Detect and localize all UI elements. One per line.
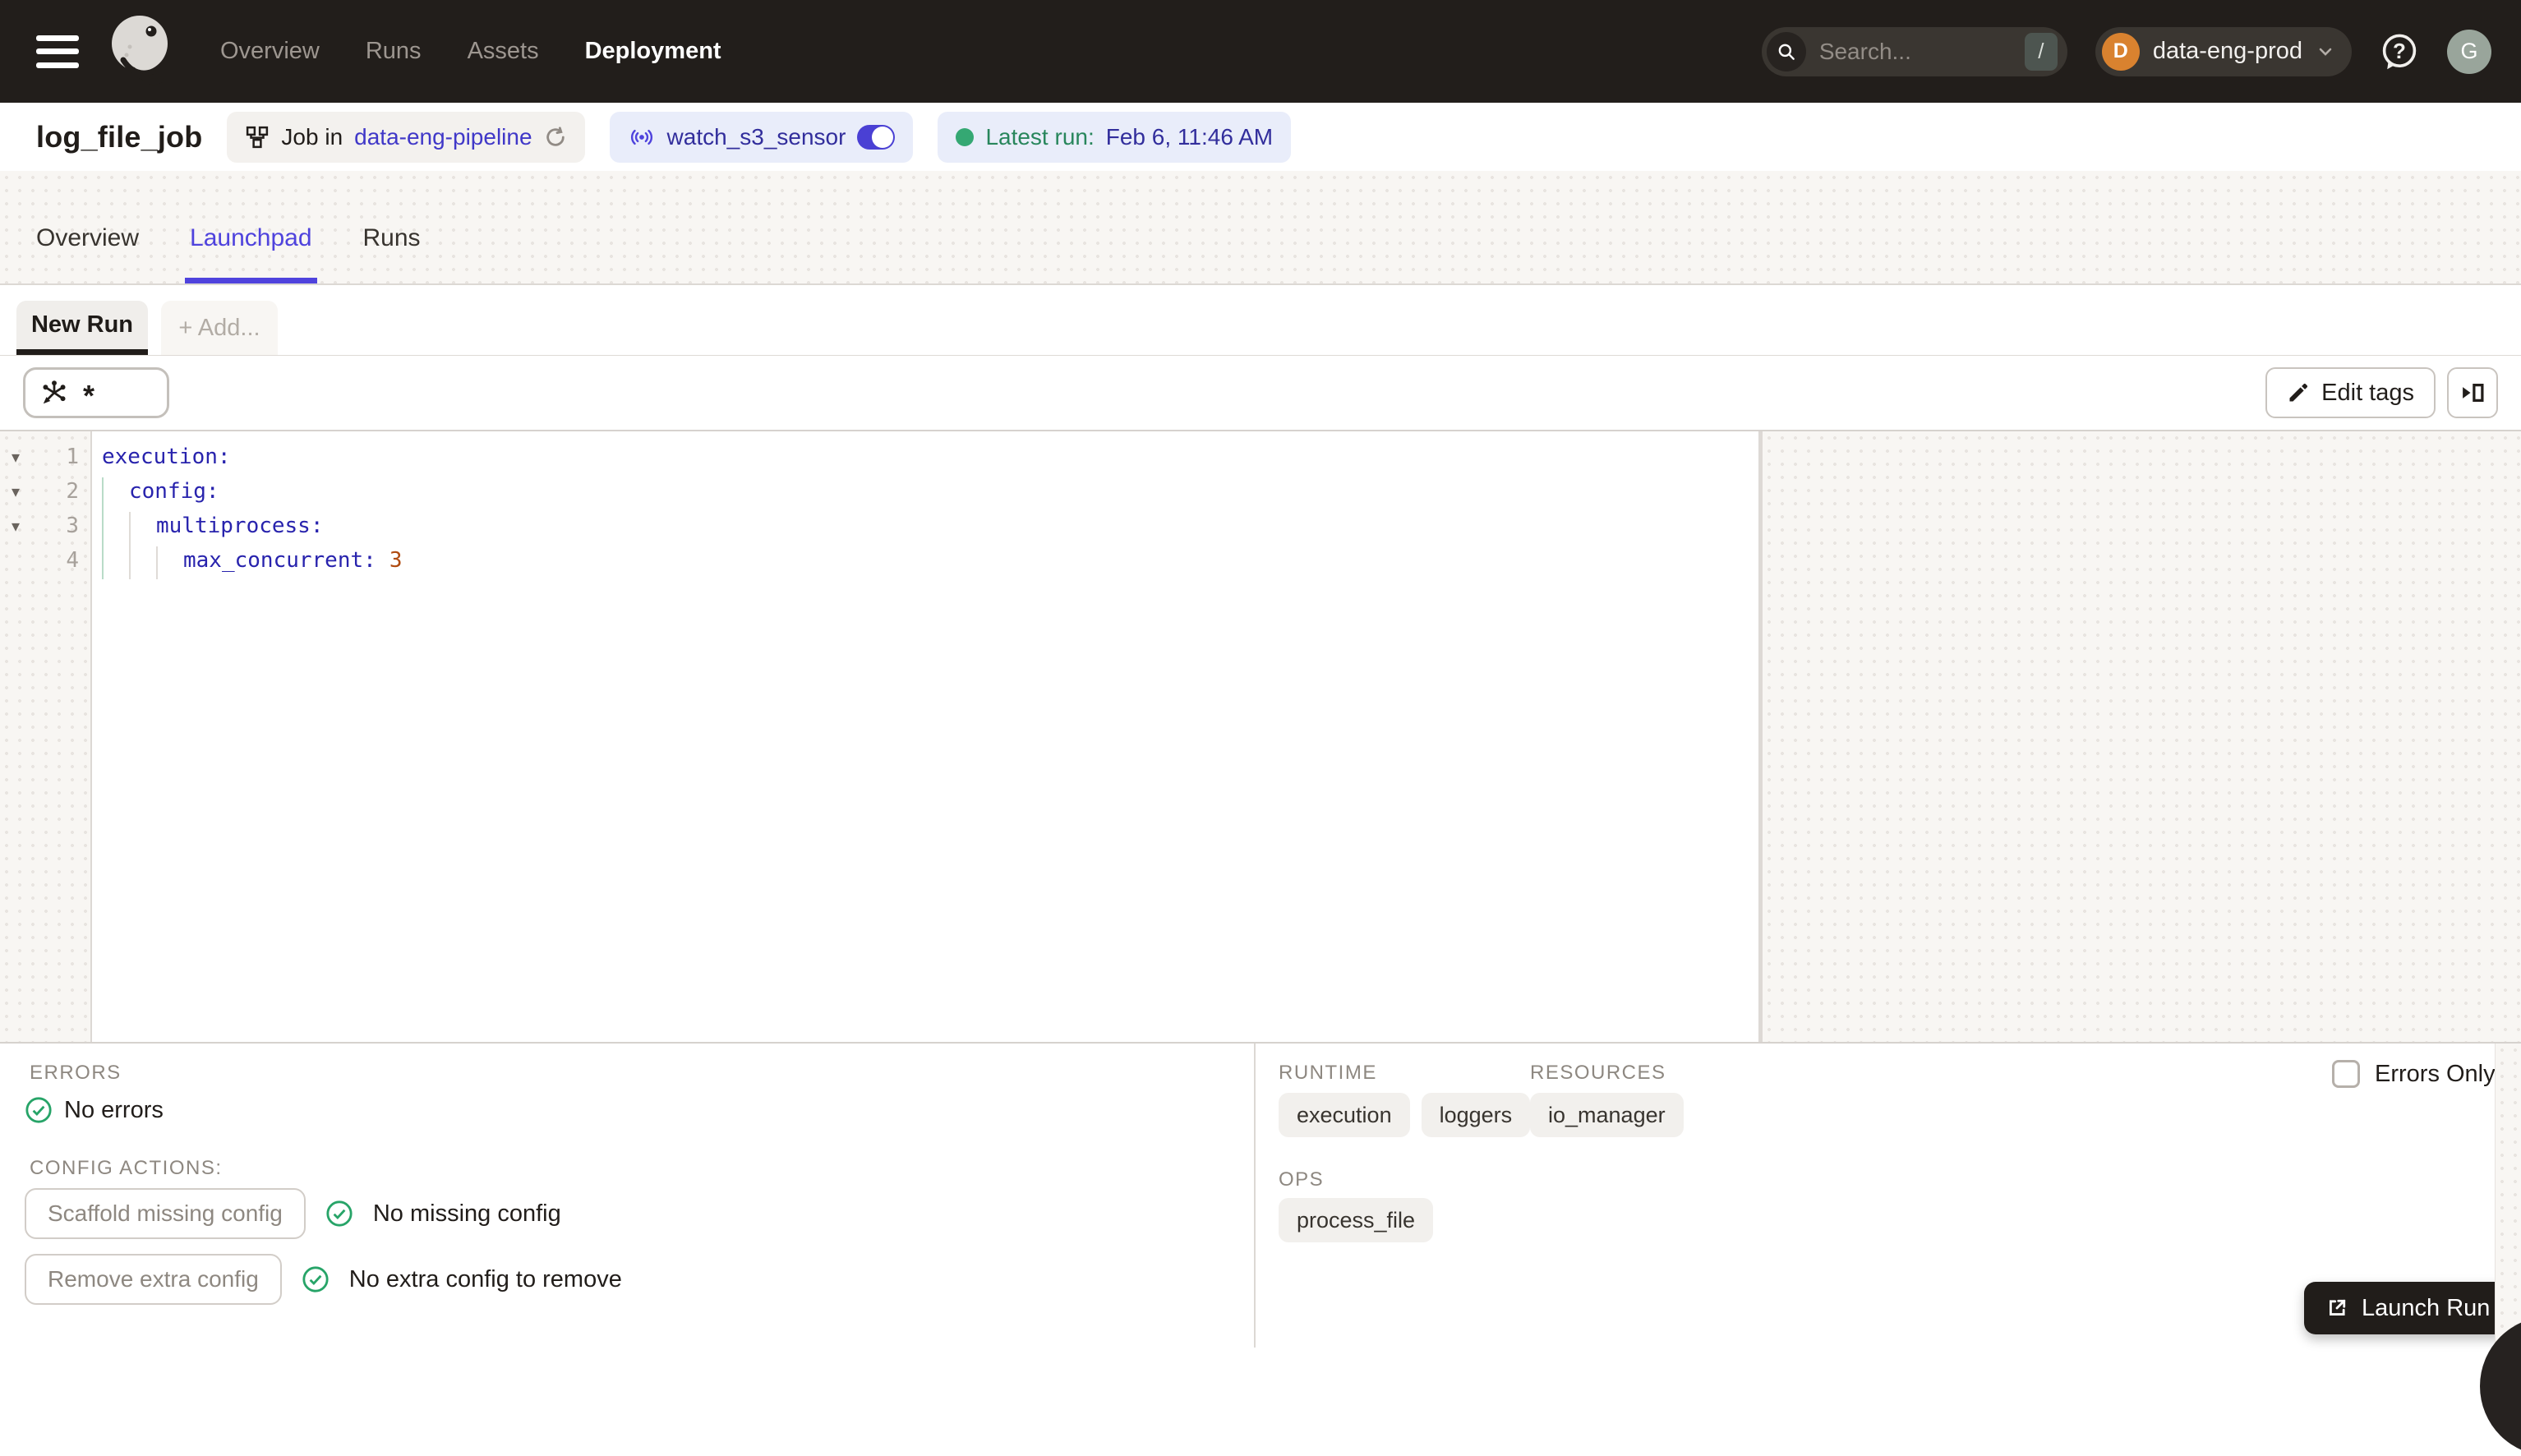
workspace-badge: D: [2101, 32, 2140, 71]
dagster-logo[interactable]: [108, 12, 174, 91]
job-header: log_file_job Job in data-eng-pipeline wa…: [0, 103, 2521, 171]
edit-tags-label: Edit tags: [2321, 379, 2414, 406]
line-number: 1: [66, 445, 79, 469]
repo-link[interactable]: data-eng-pipeline: [354, 124, 532, 150]
workspace-name: data-eng-prod: [2152, 38, 2302, 64]
check-circle-icon: [325, 1200, 353, 1228]
expand-panel-icon: [2460, 380, 2485, 405]
user-avatar[interactable]: G: [2447, 29, 2491, 74]
runtime-heading: RUNTIME: [1279, 1062, 1377, 1084]
resources-heading: RESOURCES: [1530, 1062, 1666, 1084]
code-line: execution:: [102, 445, 231, 469]
expand-panel-button[interactable]: [2447, 367, 2498, 418]
launch-icon: [2325, 1297, 2348, 1320]
hamburger-menu-icon[interactable]: [36, 35, 79, 68]
check-circle-icon: [25, 1096, 53, 1124]
nav-overview[interactable]: Overview: [220, 38, 320, 65]
fold-toggle-icon[interactable]: ▾: [3, 447, 28, 468]
launchpad-config-tabs: New Run + Add...: [0, 285, 2521, 356]
code-line: max_concurrent: 3: [183, 548, 403, 573]
indent-guide: [102, 477, 104, 579]
nav-assets[interactable]: Assets: [468, 38, 539, 65]
sensor-icon: [628, 125, 656, 150]
nav-runs[interactable]: Runs: [366, 38, 422, 65]
code-line: multiprocess:: [156, 514, 324, 538]
op-selector-input[interactable]: *: [23, 367, 169, 418]
op-selector-value: *: [83, 379, 95, 412]
job-graph-icon: [245, 125, 270, 150]
editor-right-pane: [1763, 431, 2521, 1042]
indent-guide: [129, 512, 131, 579]
errors-status: No errors: [64, 1096, 164, 1123]
sensor-toggle[interactable]: [857, 124, 896, 150]
config-tab-add[interactable]: + Add...: [161, 301, 278, 355]
help-icon[interactable]: ?: [2380, 32, 2419, 71]
run-status-dot: [956, 127, 975, 146]
scroll-gutter: [2495, 1044, 2521, 1349]
code-line: config:: [129, 479, 219, 504]
primary-nav: Overview Runs Assets Deployment: [220, 38, 721, 65]
edit-tags-button[interactable]: Edit tags: [2265, 367, 2436, 418]
search-placeholder: Search...: [1818, 38, 1911, 64]
bottom-panel-divider: [1254, 1044, 1256, 1348]
fold-toggle-icon[interactable]: ▾: [3, 481, 28, 502]
launch-run-label: Launch Run: [2362, 1294, 2491, 1321]
editor-gutter: ▾ 1 ▾ 2 ▾ 3 4: [0, 431, 92, 1042]
resource-tag[interactable]: io_manager: [1530, 1093, 1684, 1137]
search-icon: [1766, 31, 1806, 71]
config-editor[interactable]: execution: config: multiprocess: max_con…: [94, 431, 1758, 1042]
indent-guide: [156, 546, 158, 579]
fold-toggle-icon[interactable]: ▾: [3, 516, 28, 537]
line-number: 3: [66, 514, 79, 538]
remove-status: No extra config to remove: [348, 1265, 622, 1292]
pencil-icon: [2287, 381, 2310, 404]
config-actions-heading: CONFIG ACTIONS:: [30, 1157, 223, 1179]
runtime-tag[interactable]: execution: [1279, 1093, 1410, 1137]
tab-launchpad[interactable]: Launchpad: [185, 224, 318, 283]
line-number: 2: [66, 479, 79, 504]
latest-run-link[interactable]: Feb 6, 11:46 AM: [1106, 124, 1273, 150]
tab-overview[interactable]: Overview: [36, 224, 139, 283]
sensor-pill: watch_s3_sensor: [609, 111, 914, 163]
job-location-prefix: Job in: [281, 123, 343, 150]
remove-extra-config-button[interactable]: Remove extra config: [25, 1254, 282, 1305]
search-shortcut-badge: /: [2024, 32, 2058, 71]
top-navigation-bar: Overview Runs Assets Deployment Search..…: [0, 0, 2521, 103]
svg-text:?: ?: [2393, 39, 2406, 63]
reload-icon[interactable]: [544, 126, 567, 149]
latest-run-label: Latest run:: [985, 123, 1095, 150]
nav-deployment[interactable]: Deployment: [585, 38, 721, 65]
check-circle-icon: [302, 1265, 330, 1293]
errors-heading: ERRORS: [30, 1062, 122, 1084]
workspace-switcher[interactable]: D data-eng-prod: [2095, 26, 2352, 76]
op-selector-icon: [39, 377, 70, 408]
job-location-pill: Job in data-eng-pipeline: [227, 111, 585, 163]
errors-only-checkbox[interactable]: [2332, 1060, 2360, 1088]
scaffold-status: No missing config: [372, 1200, 561, 1227]
tab-runs[interactable]: Runs: [363, 224, 421, 283]
page-title: log_file_job: [36, 119, 203, 154]
config-tab-new-run[interactable]: New Run: [16, 301, 148, 355]
launchpad-bottom-panel: ERRORS No errors CONFIG ACTIONS: Scaffol…: [0, 1042, 2521, 1349]
runtime-tag[interactable]: loggers: [1421, 1093, 1531, 1137]
job-tabs-row: Overview Launchpad Runs: [0, 171, 2521, 285]
ops-heading: OPS: [1279, 1168, 1325, 1191]
latest-run-pill: Latest run: Feb 6, 11:46 AM: [938, 111, 1292, 163]
launch-run-button[interactable]: Launch Run: [2304, 1282, 2512, 1334]
scaffold-missing-config-button[interactable]: Scaffold missing config: [25, 1188, 306, 1239]
op-tag[interactable]: process_file: [1279, 1198, 1434, 1242]
chevron-down-icon: [2316, 42, 2335, 62]
sensor-link[interactable]: watch_s3_sensor: [667, 124, 846, 150]
errors-only-label: Errors Only: [2375, 1060, 2496, 1087]
search-input[interactable]: Search... /: [1761, 26, 2067, 76]
line-number: 4: [66, 548, 79, 573]
launchpad-toolbar: * Edit tags: [0, 356, 2521, 431]
